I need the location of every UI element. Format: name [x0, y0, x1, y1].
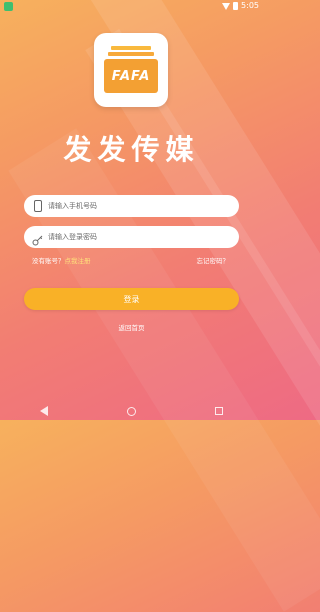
- forgot-password-link[interactable]: 忘记密码？: [197, 255, 230, 265]
- logo-stripe: [108, 52, 154, 56]
- register-action[interactable]: 点我注册: [65, 257, 91, 265]
- password-input[interactable]: [48, 233, 218, 241]
- login-button[interactable]: 登录: [24, 288, 239, 310]
- nav-back-icon[interactable]: [39, 406, 48, 416]
- battery-icon: [233, 2, 239, 10]
- phone-field[interactable]: [24, 195, 239, 217]
- app-name: 发发传媒: [63, 133, 200, 166]
- wifi-icon: [222, 2, 231, 10]
- status-right: 5:05: [222, 0, 259, 12]
- app-logo: FAFA: [94, 33, 168, 107]
- register-link[interactable]: 没有账号？点我注册: [32, 255, 91, 265]
- phone-input[interactable]: [48, 202, 218, 210]
- system-nav-bar: [0, 402, 263, 420]
- status-bar: 5:05: [0, 0, 263, 14]
- register-question: 没有账号？: [32, 257, 65, 265]
- status-time: 5:05: [241, 1, 259, 10]
- nav-home-icon[interactable]: [126, 406, 136, 416]
- logo-text: FAFA: [104, 59, 158, 93]
- key-icon: [32, 231, 43, 246]
- phone-icon: [34, 200, 42, 212]
- nav-recent-icon[interactable]: [215, 407, 224, 415]
- logo-stripe: [111, 46, 151, 50]
- back-home-link[interactable]: 返回首页: [0, 322, 263, 332]
- notification-icon: [4, 2, 13, 11]
- password-field[interactable]: [24, 226, 239, 248]
